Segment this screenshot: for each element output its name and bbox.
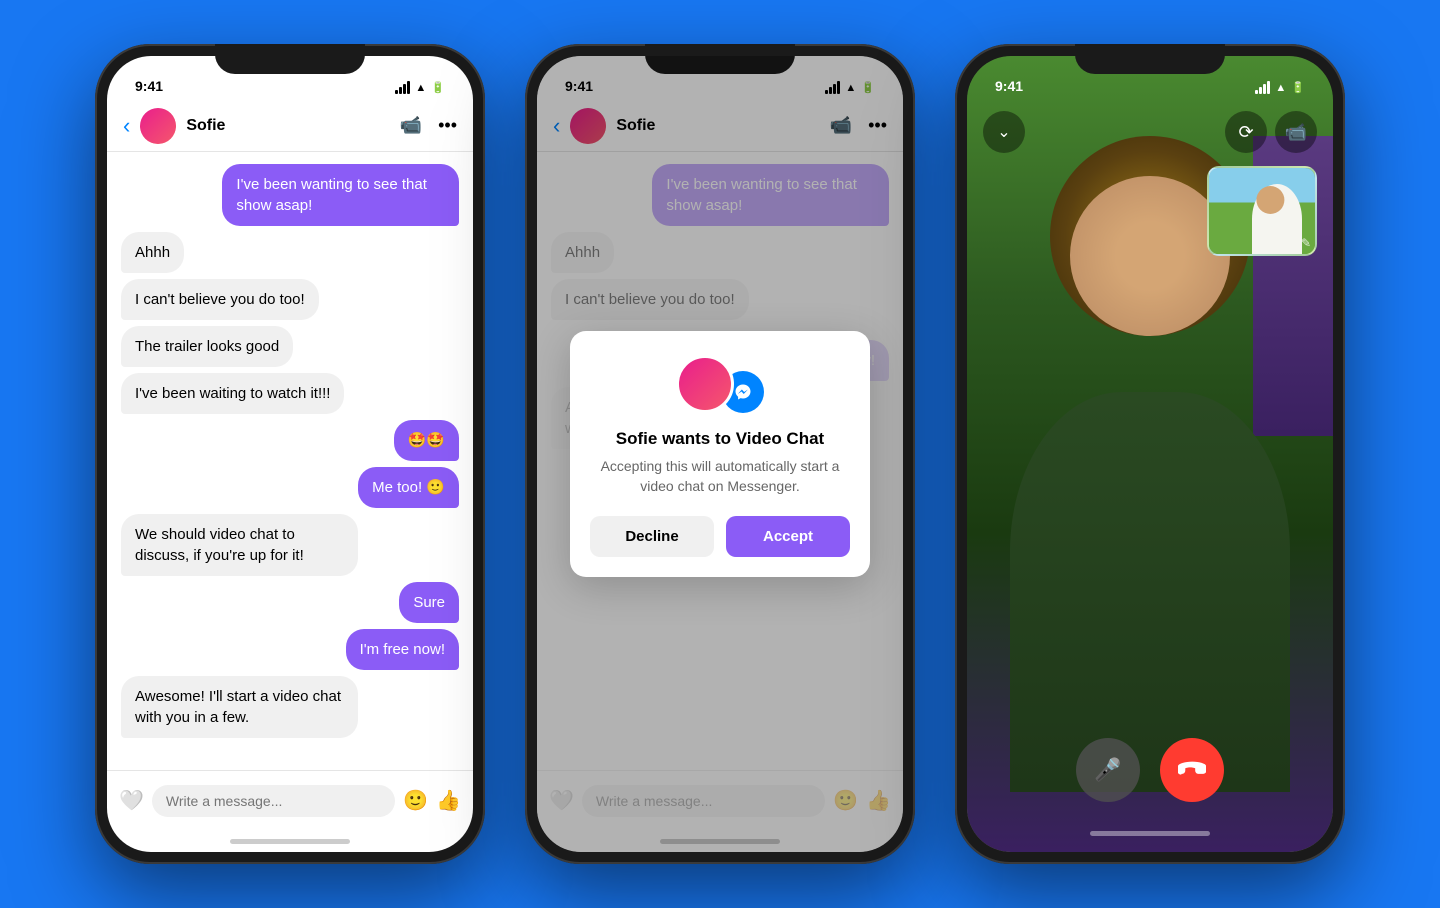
video-chat-modal: Sofie wants to Video Chat Accepting this… xyxy=(570,331,870,577)
msg-2: Ahhh xyxy=(121,232,184,273)
video-status-time: 9:41 xyxy=(995,78,1023,94)
modal-overlay: Sofie wants to Video Chat Accepting this… xyxy=(537,56,903,852)
msg-1: I've been wanting to see that show asap! xyxy=(222,164,459,226)
message-input-1[interactable] xyxy=(152,785,395,817)
phone-1: 9:41 ▲ 🔋 ‹ Sofie 📹 ••• xyxy=(95,44,485,864)
emoji-icon-1[interactable]: 🙂 xyxy=(403,788,428,813)
notch-1 xyxy=(215,44,365,74)
video-status-bar: 9:41 ▲ 🔋 xyxy=(967,56,1333,100)
pip-person xyxy=(1209,168,1315,254)
battery-icon-1: 🔋 xyxy=(431,81,445,94)
msg-4: The trailer looks good xyxy=(121,326,293,367)
decline-button[interactable]: Decline xyxy=(590,516,714,557)
nav-actions-1: 📹 ••• xyxy=(400,115,457,136)
avatar-1 xyxy=(140,108,176,144)
video-status-icons: ▲ 🔋 xyxy=(1255,81,1305,94)
msg-6: 🤩🤩 xyxy=(394,420,459,461)
home-indicator-1 xyxy=(107,830,473,852)
modal-avatar-sofie xyxy=(676,355,734,413)
camera-off-button[interactable]: 📹 xyxy=(1275,111,1317,153)
accept-button[interactable]: Accept xyxy=(726,516,850,557)
modal-avatars xyxy=(676,355,764,413)
pip-window[interactable]: ✎ xyxy=(1207,166,1317,256)
phone-2: 9:41 ▲ 🔋 ‹ Sofie 📹 ••• xyxy=(525,44,915,864)
video-top-right-controls: ⟳ 📹 xyxy=(1225,111,1317,153)
phone-3-screen: 9:41 ▲ 🔋 ⌄ ⟳ 📹 xyxy=(967,56,1333,852)
msg-3: I can't believe you do too! xyxy=(121,279,319,320)
msg-7: Me too! 🙂 xyxy=(358,467,459,508)
status-icons-1: ▲ 🔋 xyxy=(395,81,445,94)
mute-button[interactable]: 🎤 xyxy=(1076,738,1140,802)
input-bar-1: 🤍 🙂 👍 xyxy=(107,770,473,830)
more-icon-1[interactable]: ••• xyxy=(438,115,457,136)
video-top-controls: ⌄ xyxy=(983,111,1025,153)
like-icon-1[interactable]: 👍 xyxy=(436,788,461,813)
msg-8: We should video chat to discuss, if you'… xyxy=(121,514,358,576)
chat-area-1: I've been wanting to see that show asap!… xyxy=(107,152,473,770)
signal-icon-1 xyxy=(395,81,410,94)
phone-1-screen: 9:41 ▲ 🔋 ‹ Sofie 📹 ••• xyxy=(107,56,473,852)
heart-icon-1[interactable]: 🤍 xyxy=(119,788,144,813)
status-time-1: 9:41 xyxy=(135,78,163,94)
contact-name-1: Sofie xyxy=(186,117,399,135)
wifi-icon-1: ▲ xyxy=(415,82,426,94)
phone-3: 9:41 ▲ 🔋 ⌄ ⟳ 📹 xyxy=(955,44,1345,864)
end-call-button[interactable] xyxy=(1160,738,1224,802)
video-battery-icon: 🔋 xyxy=(1291,81,1305,94)
flip-camera-button[interactable]: ⟳ xyxy=(1225,111,1267,153)
nav-bar-1: ‹ Sofie 📹 ••• xyxy=(107,100,473,152)
video-signal-icon xyxy=(1255,81,1270,94)
video-jacket xyxy=(1010,392,1290,792)
video-call-icon-1[interactable]: 📹 xyxy=(400,115,422,136)
msg-9: Sure xyxy=(399,582,459,623)
modal-title: Sofie wants to Video Chat xyxy=(616,429,824,449)
msg-10: I'm free now! xyxy=(346,629,459,670)
pip-edit-icon: ✎ xyxy=(1301,236,1311,250)
modal-description: Accepting this will automatically start … xyxy=(590,457,850,496)
phone-2-screen: 9:41 ▲ 🔋 ‹ Sofie 📹 ••• xyxy=(537,56,903,852)
msg-11: Awesome! I'll start a video chat with yo… xyxy=(121,676,358,738)
video-bottom-controls: 🎤 xyxy=(1076,738,1224,802)
video-wifi-icon: ▲ xyxy=(1275,82,1286,94)
home-indicator-3 xyxy=(967,822,1333,844)
back-button-1[interactable]: ‹ xyxy=(123,113,130,139)
video-face-circle xyxy=(1070,176,1230,336)
modal-actions: Decline Accept xyxy=(590,516,850,557)
minimize-button[interactable]: ⌄ xyxy=(983,111,1025,153)
msg-5: I've been waiting to watch it!!! xyxy=(121,373,344,414)
